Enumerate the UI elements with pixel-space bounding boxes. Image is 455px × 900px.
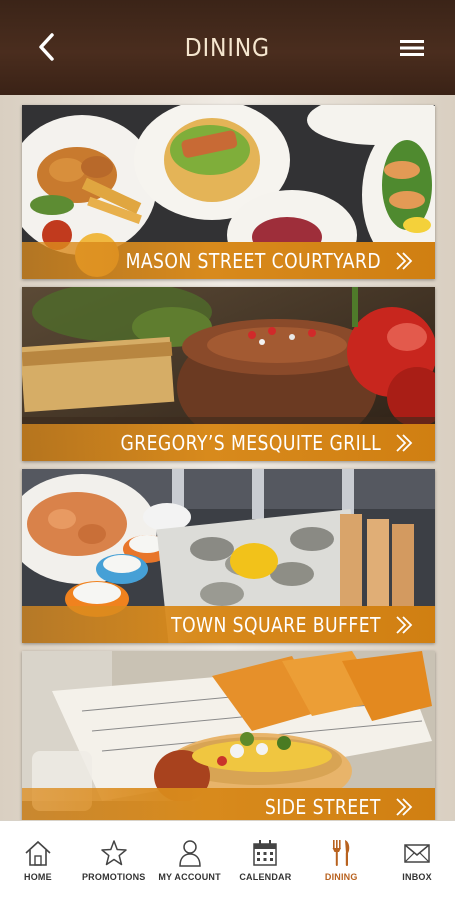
nav-label: DINING [324,872,358,882]
restaurant-name: SIDE STREET [265,794,381,819]
restaurant-card-side-street[interactable]: SIDE STREET [22,651,435,820]
nav-label: INBOX [402,872,432,882]
restaurant-card-gregorys-mesquite-grill[interactable]: GREGORY’S MESQUITE GRILL [22,287,435,461]
envelope-icon [404,844,430,863]
chevron-right-icon [396,434,413,452]
chevron-right-icon [396,798,413,816]
nav-home[interactable]: HOME [0,821,76,900]
back-arrow-icon[interactable] [34,30,64,64]
card-label-bar: TOWN SQUARE BUFFET [22,606,435,643]
home-icon [25,840,51,866]
app-header: DINING [0,0,455,95]
page-title: DINING [184,33,271,62]
nav-label: CALENDAR [239,872,292,882]
nav-promotions[interactable]: PROMOTIONS [76,821,152,900]
nav-my-account[interactable]: MY ACCOUNT [152,821,228,900]
nav-label: HOME [24,872,52,882]
nav-calendar[interactable]: CALENDAR [227,821,303,900]
card-label-bar: MASON STREET COURTYARD [22,242,435,279]
person-icon [178,840,201,867]
restaurant-name: TOWN SQUARE BUFFET [171,612,381,637]
card-label-bar: GREGORY’S MESQUITE GRILL [22,424,435,461]
fork-knife-icon [332,840,350,866]
restaurant-name: MASON STREET COURTYARD [125,248,381,273]
restaurant-name: GREGORY’S MESQUITE GRILL [120,430,381,455]
calendar-icon [253,840,278,866]
restaurant-card-mason-street-courtyard[interactable]: MASON STREET COURTYARD [22,105,435,279]
bottom-nav: HOME PROMOTIONS MY ACCOUNT CALENDAR DINI… [0,820,455,900]
restaurant-card-town-square-buffet[interactable]: TOWN SQUARE BUFFET [22,469,435,643]
card-label-bar: SIDE STREET [22,788,435,820]
nav-dining[interactable]: DINING [303,821,379,900]
nav-inbox[interactable]: INBOX [379,821,455,900]
star-icon [100,840,127,866]
restaurant-list: MASON STREET COURTYARD GREGORY’S MESQUIT… [0,95,455,820]
nav-label: PROMOTIONS [81,872,146,882]
nav-label: MY ACCOUNT [158,872,221,882]
chevron-right-icon [396,252,413,270]
hamburger-menu-icon[interactable] [399,36,425,60]
chevron-right-icon [396,616,413,634]
